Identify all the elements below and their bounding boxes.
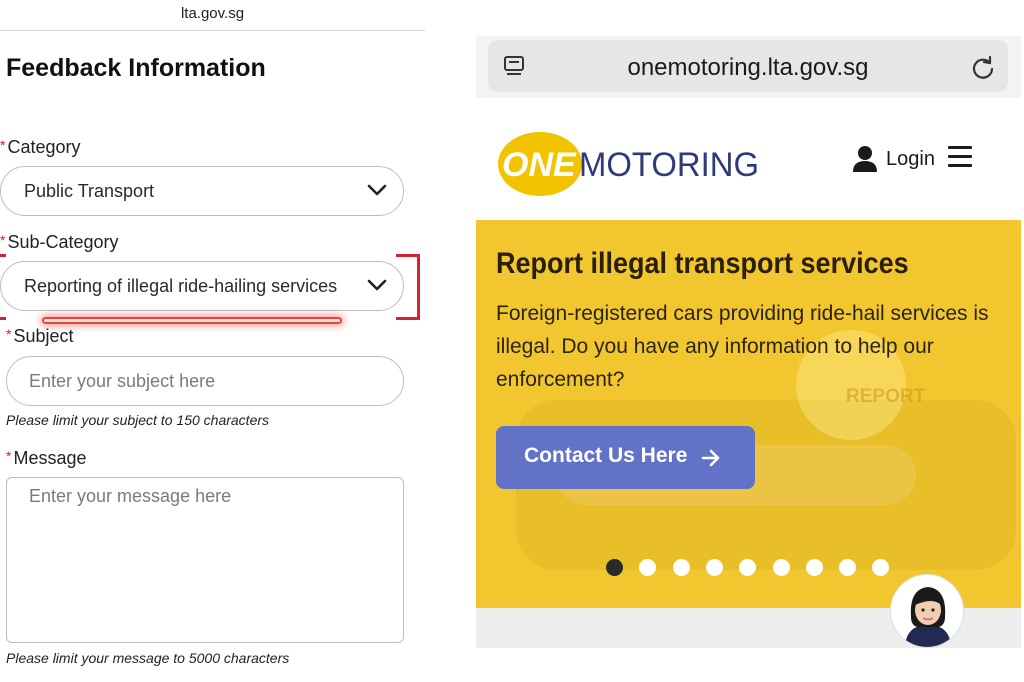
chevron-down-icon [367, 184, 387, 196]
highlight-underline [42, 317, 342, 324]
carousel-dot[interactable] [772, 559, 790, 576]
onemotoring-logo[interactable]: ONE MOTORING [496, 126, 766, 198]
hero-title: Report illegal transport services [496, 247, 909, 280]
required-mark: * [6, 326, 12, 342]
domain-text: lta.gov.sg [180, 5, 245, 22]
form-title: Feedback Information [6, 54, 266, 82]
contact-us-label: Contact Us Here [524, 444, 688, 467]
subject-input[interactable] [6, 356, 404, 406]
feedback-form-panel: lta.gov.sg Feedback Information * Categor… [0, 0, 430, 682]
carousel-dot[interactable] [639, 559, 657, 576]
carousel-dot[interactable] [872, 559, 890, 576]
url-text: onemotoring.lta.gov.sg [627, 54, 869, 81]
subject-label: * Subject [6, 326, 74, 346]
required-mark: * [0, 232, 6, 248]
site-header: ONE MOTORING Login [476, 98, 1021, 220]
category-select[interactable]: Public Transport [0, 166, 404, 216]
chevron-down-icon [367, 279, 387, 291]
message-hint: Please limit your message to 5000 charac… [6, 650, 290, 666]
onemotoring-panel: onemotoring.lta.gov.sg ONE MOTORING Logi… [476, 36, 1021, 648]
hero-body: Foreign-registered cars providing ride-h… [496, 302, 989, 391]
svg-text:ONE: ONE [502, 146, 577, 184]
carousel-dot[interactable] [839, 559, 857, 576]
carousel-dot[interactable] [705, 559, 723, 576]
required-mark: * [6, 448, 12, 464]
category-label: * Category [0, 137, 81, 157]
message-textarea[interactable] [6, 477, 404, 643]
hero-banner: REPORT Report illegal transport services… [476, 220, 1021, 608]
highlight-bracket [396, 254, 420, 320]
carousel-dot[interactable] [805, 559, 823, 576]
sub-category-select[interactable]: Reporting of illegal ride-hailing servic… [0, 261, 404, 311]
domain-bar: lta.gov.sg [0, 0, 425, 31]
contact-us-button[interactable]: Contact Us Here [496, 426, 755, 489]
carousel-dot[interactable] [672, 559, 690, 576]
highlight-bracket-left [0, 254, 6, 320]
hamburger-menu-icon[interactable] [948, 146, 972, 168]
category-value: Public Transport [24, 181, 155, 201]
address-bar[interactable]: onemotoring.lta.gov.sg [488, 40, 1008, 92]
required-mark: * [0, 137, 6, 153]
message-label: * Message [6, 448, 87, 468]
carousel-dots [606, 559, 906, 579]
chatbot-avatar[interactable] [890, 574, 964, 648]
sub-category-value: Reporting of illegal ride-hailing servic… [24, 276, 338, 296]
arrow-right-icon [701, 449, 720, 467]
sub-category-label: * Sub-Category [0, 232, 119, 252]
user-icon [853, 146, 877, 172]
carousel-dot[interactable] [606, 559, 623, 576]
reload-icon[interactable] [970, 54, 996, 80]
svg-text:MOTORING: MOTORING [579, 146, 759, 184]
carousel-dot[interactable] [739, 559, 757, 576]
login-label: Login [886, 148, 935, 170]
subject-hint: Please limit your subject to 150 charact… [6, 412, 270, 428]
chatbot-avatar-icon [905, 587, 951, 647]
